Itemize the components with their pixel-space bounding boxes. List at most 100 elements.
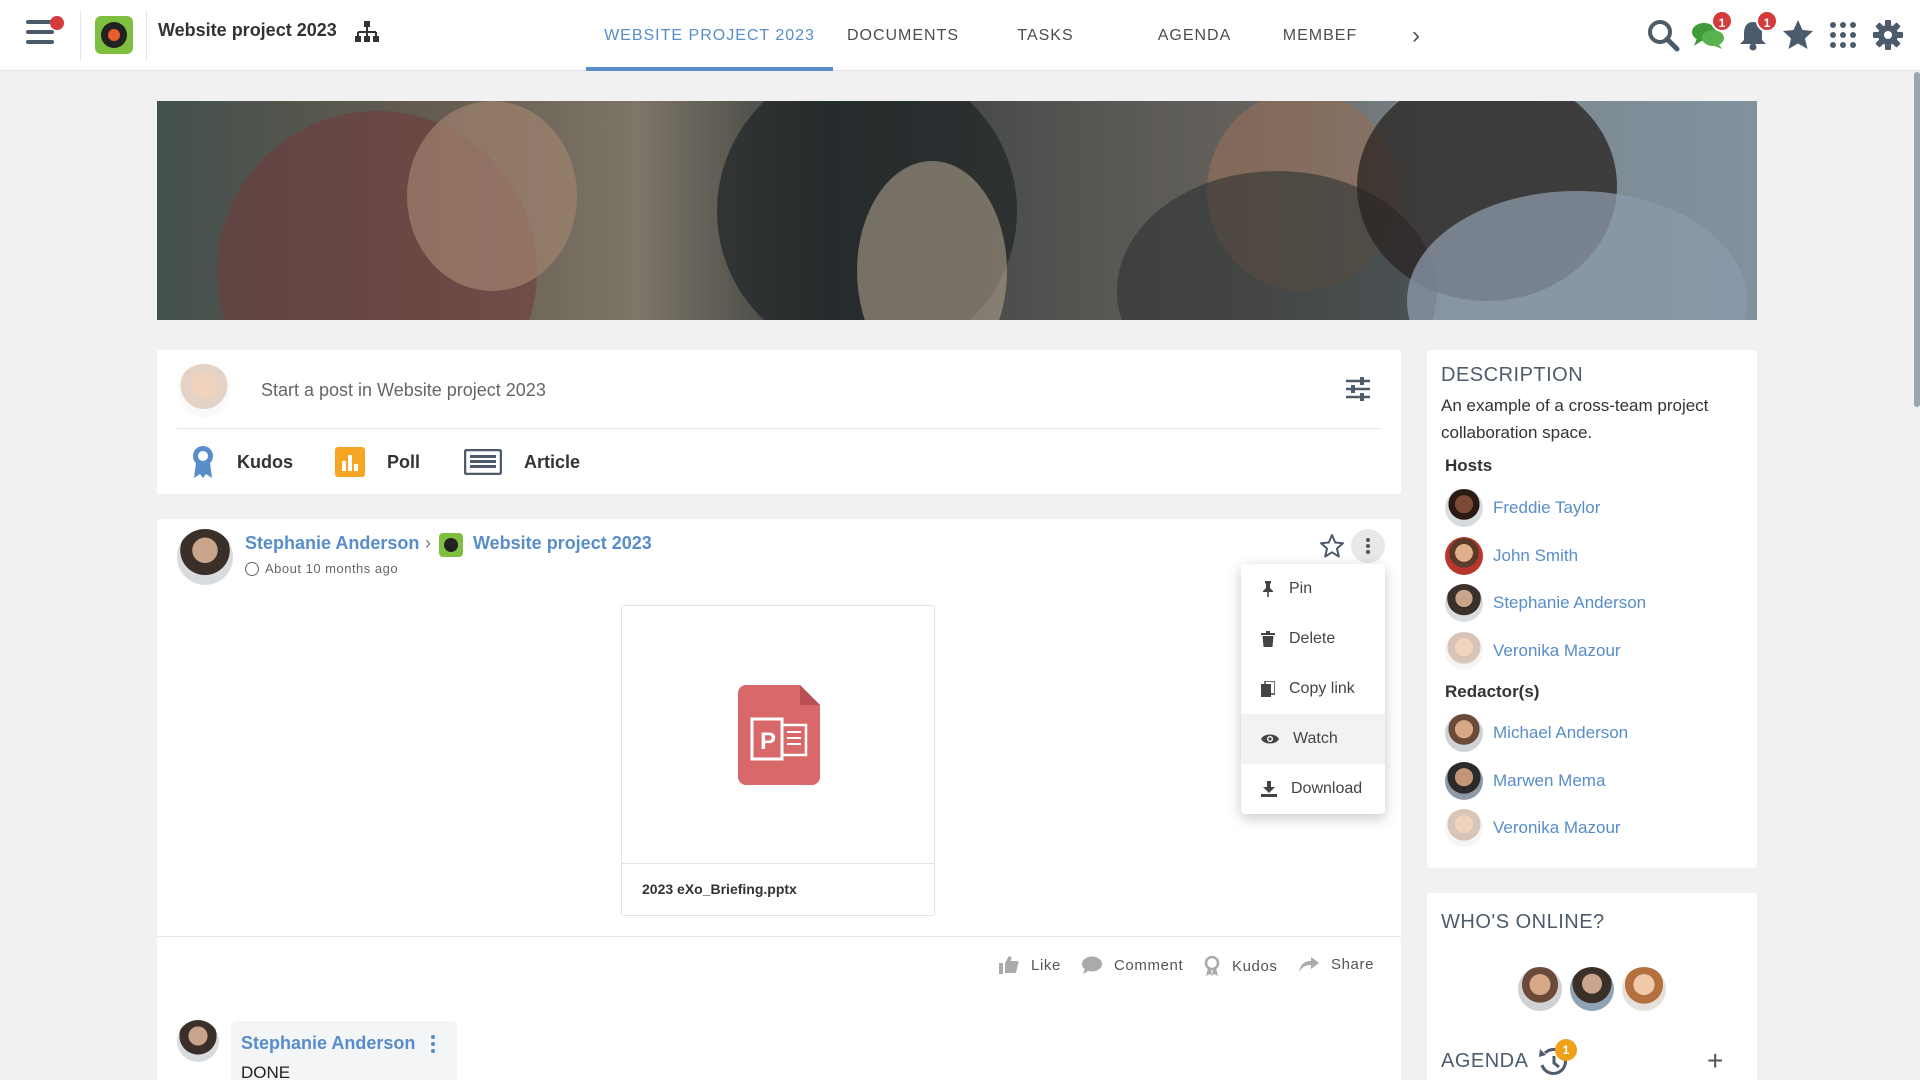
menu-item-delete[interactable]: Delete	[1241, 614, 1385, 664]
like-label: Like	[1031, 956, 1061, 974]
member-name: Veronika Mazour	[1493, 641, 1621, 660]
hosts-heading: Hosts	[1445, 456, 1493, 475]
space-description-card: DESCRIPTION An example of a cross-team p…	[1427, 350, 1757, 868]
comment-author-link[interactable]: Stephanie Anderson	[241, 1033, 415, 1054]
comment-bubble: Stephanie Anderson DONE	[231, 1021, 457, 1080]
attachment-file-name[interactable]: 2023 eXo_Briefing.pptx	[642, 881, 797, 897]
add-event-icon[interactable]: +	[1707, 1045, 1723, 1077]
tab-tasks[interactable]: TASKS	[973, 0, 1118, 71]
space-banner	[157, 101, 1757, 320]
post-composer: Start a post in Website project 2023 Kud…	[157, 350, 1401, 494]
comment-text: DONE	[241, 1063, 291, 1080]
whos-online-heading: WHO'S ONLINE?	[1441, 911, 1605, 933]
avatar	[177, 364, 231, 418]
notifications-badge: 1	[1756, 10, 1778, 32]
chevron-right-icon[interactable]: ›	[1412, 22, 1420, 50]
redactor-member[interactable]: Michael Anderson	[1445, 713, 1628, 753]
avatar	[1445, 809, 1483, 847]
clock-icon	[245, 561, 259, 576]
tab-agenda[interactable]: AGENDA	[1118, 0, 1271, 71]
menu-item-label: Copy link	[1289, 680, 1355, 697]
space-tabs: WEBSITE PROJECT 2023 DOCUMENTS TASKS AGE…	[586, 0, 1369, 71]
host-member[interactable]: Stephanie Anderson	[1445, 583, 1646, 623]
download-icon	[1261, 781, 1277, 797]
divider	[177, 428, 1381, 429]
kudos-button[interactable]: Kudos	[1204, 956, 1278, 976]
kudos-ribbon-icon	[193, 446, 213, 478]
gear-icon[interactable]	[1871, 18, 1905, 52]
menu-item-copy-link[interactable]: Copy link	[1241, 664, 1385, 714]
online-user-avatar[interactable]	[1518, 967, 1562, 1011]
author-avatar[interactable]	[177, 529, 233, 585]
comment-button[interactable]: Comment	[1082, 956, 1183, 974]
online-user-avatar[interactable]	[1622, 967, 1666, 1011]
poll-label: Poll	[387, 451, 421, 472]
avatar	[1445, 632, 1483, 670]
host-member[interactable]: Veronika Mazour	[1445, 631, 1621, 671]
post-author-link[interactable]: Stephanie Anderson	[245, 533, 419, 554]
redactor-member[interactable]: Veronika Mazour	[1445, 808, 1621, 848]
post-time-text: About 10 months ago	[265, 561, 399, 576]
space-logo[interactable]	[95, 16, 133, 54]
host-member[interactable]: John Smith	[1445, 536, 1578, 576]
search-icon[interactable]	[1646, 18, 1680, 52]
tab-members[interactable]: MEMBEF	[1271, 0, 1369, 71]
chat-button[interactable]: 1	[1691, 10, 1733, 52]
chevron-right-icon: ›	[425, 533, 431, 553]
activity-post: Stephanie Anderson › Website project 202…	[157, 519, 1401, 1080]
whos-online-card: WHO'S ONLINE? AGENDA 1 +	[1427, 893, 1757, 1080]
post-actions-menu: Pin Delete Copy link Watch Download	[1241, 564, 1385, 814]
star-icon[interactable]	[1781, 18, 1815, 52]
kudos-reaction-label: Kudos	[1232, 957, 1278, 975]
hamburger-menu-icon[interactable]	[26, 16, 64, 50]
post-menu-button[interactable]	[1351, 529, 1385, 563]
kudos-label: Kudos	[237, 451, 293, 472]
pin-icon	[1263, 581, 1273, 597]
kudos-action[interactable]: Kudos	[191, 444, 293, 480]
menu-item-label: Pin	[1289, 580, 1313, 597]
favorite-star-icon[interactable]	[1319, 533, 1345, 559]
divider	[146, 10, 147, 60]
comment-author-avatar[interactable]	[177, 1020, 219, 1062]
avatar	[1445, 537, 1483, 575]
post-space-link[interactable]: Website project 2023	[473, 533, 652, 554]
apps-grid-icon[interactable]	[1826, 18, 1860, 52]
divider	[157, 936, 1401, 937]
notifications-button[interactable]: 1	[1736, 10, 1778, 52]
comment-label: Comment	[1114, 956, 1184, 974]
member-name: Freddie Taylor	[1493, 498, 1601, 517]
powerpoint-file-icon: P	[738, 685, 820, 785]
attachment-card[interactable]: P 2023 eXo_Briefing.pptx	[621, 605, 935, 916]
comment-menu-icon[interactable]	[431, 1035, 435, 1053]
online-user-avatar[interactable]	[1570, 967, 1614, 1011]
avatar	[1445, 714, 1483, 752]
comment-icon	[1082, 956, 1102, 974]
tab-documents[interactable]: DOCUMENTS	[833, 0, 973, 71]
menu-item-pin[interactable]: Pin	[1241, 564, 1385, 614]
filter-icon[interactable]	[1345, 376, 1371, 402]
tab-home[interactable]: WEBSITE PROJECT 2023	[586, 0, 833, 71]
avatar	[1445, 584, 1483, 622]
article-action[interactable]: Article	[464, 444, 580, 480]
menu-item-download[interactable]: Download	[1241, 764, 1385, 814]
space-tree-icon[interactable]	[354, 20, 380, 44]
share-label: Share	[1331, 956, 1375, 973]
copy-icon	[1261, 681, 1275, 697]
poll-action[interactable]: Poll	[335, 444, 420, 480]
space-title[interactable]: Website project 2023	[158, 20, 337, 41]
like-button[interactable]: Like	[999, 956, 1061, 974]
notification-dot	[50, 16, 64, 30]
member-name: Veronika Mazour	[1493, 818, 1621, 837]
menu-item-watch[interactable]: Watch	[1241, 714, 1385, 764]
host-member[interactable]: Freddie Taylor	[1445, 488, 1600, 528]
redactors-heading: Redactor(s)	[1445, 682, 1540, 701]
member-name: Michael Anderson	[1493, 723, 1629, 742]
redactor-member[interactable]: Marwen Mema	[1445, 761, 1605, 801]
composer-input[interactable]: Start a post in Website project 2023	[261, 380, 546, 401]
share-button[interactable]: Share	[1299, 956, 1374, 973]
kudos-icon	[1204, 956, 1220, 976]
attachment-preview[interactable]: P	[622, 606, 934, 864]
article-label: Article	[524, 451, 581, 472]
page-scrollbar[interactable]	[1914, 72, 1920, 407]
trash-icon	[1261, 631, 1275, 647]
